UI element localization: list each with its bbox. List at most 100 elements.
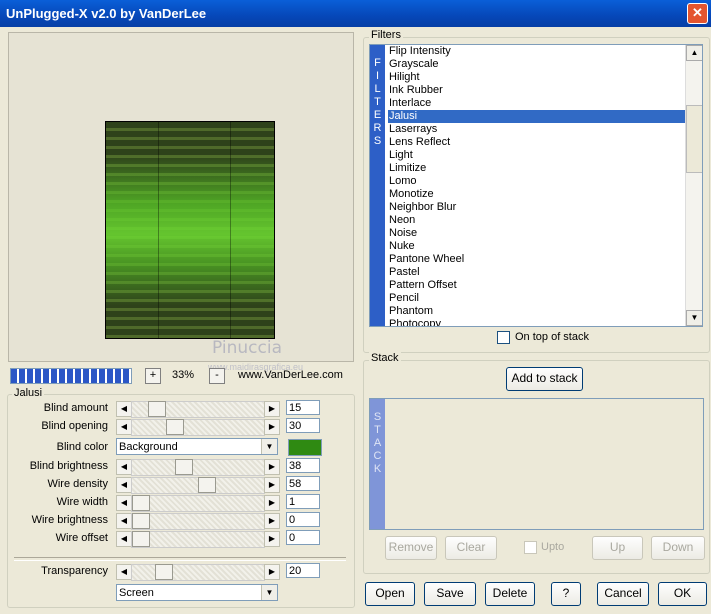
list-item[interactable]: Pattern Offset	[388, 279, 686, 292]
blind-amount-right-arrow-icon[interactable]: ▶	[264, 401, 280, 417]
wire-offset-thumb[interactable]	[132, 531, 150, 547]
list-item[interactable]: Neon	[388, 214, 686, 227]
blind-brightness-label: Blind brightness	[29, 460, 108, 472]
list-item[interactable]: Neighbor Blur	[388, 201, 686, 214]
blind-opening-right-arrow-icon[interactable]: ▶	[264, 419, 280, 435]
blind-opening-thumb[interactable]	[166, 419, 184, 435]
transparency-label: Transparency	[41, 565, 108, 577]
up-button[interactable]: Up	[592, 536, 643, 560]
blind-opening-left-arrow-icon[interactable]: ◀	[116, 419, 132, 435]
wire-density-left-arrow-icon[interactable]: ◀	[116, 477, 132, 493]
delete-button[interactable]: Delete	[485, 582, 535, 606]
list-item[interactable]: Pantone Wheel	[388, 253, 686, 266]
filter-scrollbar[interactable]: ▲ ▼	[685, 45, 702, 326]
stack-strip: S T A C K	[370, 399, 385, 529]
list-item[interactable]: Lens Reflect	[388, 136, 686, 149]
transparency-thumb[interactable]	[155, 564, 173, 580]
wire-brightness-left-arrow-icon[interactable]: ◀	[116, 513, 132, 529]
wire-brightness-label: Wire brightness	[31, 514, 108, 526]
list-item[interactable]: Laserrays	[388, 123, 686, 136]
transparency-slider[interactable]	[131, 564, 265, 581]
wire-brightness-right-arrow-icon[interactable]: ▶	[264, 513, 280, 529]
close-icon[interactable]: ✕	[687, 3, 708, 24]
blind-opening-slider[interactable]	[131, 419, 265, 436]
transparency-input[interactable]: 20	[286, 563, 320, 578]
list-item[interactable]: Interlace	[388, 97, 686, 110]
filter-list[interactable]: F I L T E R S Flip Intensity Grayscale H…	[369, 44, 703, 327]
wire-brightness-thumb[interactable]	[132, 513, 150, 529]
cancel-button[interactable]: Cancel	[597, 582, 649, 606]
blind-color-value: Background	[119, 441, 178, 453]
blind-amount-thumb[interactable]	[148, 401, 166, 417]
title-bar: UnPlugged-X v2.0 by VanDerLee ✕	[0, 0, 711, 27]
transparency-right-arrow-icon[interactable]: ▶	[264, 564, 280, 580]
help-button[interactable]: ?	[551, 582, 581, 606]
wire-width-left-arrow-icon[interactable]: ◀	[116, 495, 132, 511]
strip-letter: T	[374, 96, 381, 108]
list-item[interactable]: Grayscale	[388, 58, 686, 71]
list-item[interactable]: Pastel	[388, 266, 686, 279]
list-item[interactable]: Nuke	[388, 240, 686, 253]
wire-brightness-input[interactable]: 0	[286, 512, 320, 527]
wire-width-label: Wire width	[56, 496, 108, 508]
list-item[interactable]: Limitize	[388, 162, 686, 175]
list-item[interactable]: Pencil	[388, 292, 686, 305]
list-item[interactable]: Ink Rubber	[388, 84, 686, 97]
list-item[interactable]: Hilight	[388, 71, 686, 84]
down-button[interactable]: Down	[651, 536, 705, 560]
upto-checkbox[interactable]	[524, 541, 537, 554]
wire-width-slider[interactable]	[131, 495, 265, 512]
blind-brightness-thumb[interactable]	[175, 459, 193, 475]
list-item[interactable]: Photocopy	[388, 318, 686, 326]
list-item[interactable]: Phantom	[388, 305, 686, 318]
transparency-left-arrow-icon[interactable]: ◀	[116, 564, 132, 580]
list-item[interactable]: Noise	[388, 227, 686, 240]
blind-brightness-input[interactable]: 38	[286, 458, 320, 473]
wire-brightness-slider[interactable]	[131, 513, 265, 530]
blind-color-dropdown[interactable]: Background ▼	[116, 438, 278, 455]
wire-offset-input[interactable]: 0	[286, 530, 320, 545]
stack-list[interactable]: S T A C K	[369, 398, 704, 530]
blind-amount-left-arrow-icon[interactable]: ◀	[116, 401, 132, 417]
clear-button[interactable]: Clear	[445, 536, 497, 560]
wire-density-thumb[interactable]	[198, 477, 216, 493]
wire-density-right-arrow-icon[interactable]: ▶	[264, 477, 280, 493]
list-item[interactable]: Light	[388, 149, 686, 162]
save-button[interactable]: Save	[424, 582, 476, 606]
add-to-stack-button[interactable]: Add to stack	[506, 367, 583, 391]
blind-brightness-slider[interactable]	[131, 459, 265, 476]
open-button[interactable]: Open	[365, 582, 415, 606]
wire-offset-right-arrow-icon[interactable]: ▶	[264, 531, 280, 547]
list-item[interactable]: Lomo	[388, 175, 686, 188]
remove-button[interactable]: Remove	[385, 536, 437, 560]
zoom-in-button[interactable]: +	[145, 368, 161, 384]
chevron-down-icon[interactable]: ▼	[261, 439, 277, 454]
blind-color-swatch[interactable]	[288, 439, 322, 456]
divider	[14, 557, 346, 561]
wire-offset-slider[interactable]	[131, 531, 265, 548]
blind-brightness-right-arrow-icon[interactable]: ▶	[264, 459, 280, 475]
list-item-selected[interactable]: Jalusi	[388, 110, 686, 123]
wire-density-label: Wire density	[47, 478, 108, 490]
wire-offset-left-arrow-icon[interactable]: ◀	[116, 531, 132, 547]
blind-brightness-left-arrow-icon[interactable]: ◀	[116, 459, 132, 475]
zoom-out-button[interactable]: -	[209, 368, 225, 384]
chevron-down-icon[interactable]: ▼	[261, 585, 277, 600]
scroll-down-icon[interactable]: ▼	[686, 310, 702, 326]
blind-opening-label: Blind opening	[41, 420, 108, 432]
blend-mode-dropdown[interactable]: Screen ▼	[116, 584, 278, 601]
list-item[interactable]: Flip Intensity	[388, 45, 686, 58]
blind-amount-input[interactable]: 15	[286, 400, 320, 415]
filters-group-label: Filters	[369, 29, 403, 41]
blind-opening-input[interactable]: 30	[286, 418, 320, 433]
wire-width-right-arrow-icon[interactable]: ▶	[264, 495, 280, 511]
wire-width-thumb[interactable]	[132, 495, 150, 511]
on-top-checkbox[interactable]	[497, 331, 510, 344]
scroll-thumb[interactable]	[686, 105, 702, 173]
ok-button[interactable]: OK	[658, 582, 707, 606]
wire-density-input[interactable]: 58	[286, 476, 320, 491]
vanderlee-link[interactable]: www.VanDerLee.com	[238, 369, 343, 381]
wire-width-input[interactable]: 1	[286, 494, 320, 509]
list-item[interactable]: Monotize	[388, 188, 686, 201]
scroll-up-icon[interactable]: ▲	[686, 45, 702, 61]
